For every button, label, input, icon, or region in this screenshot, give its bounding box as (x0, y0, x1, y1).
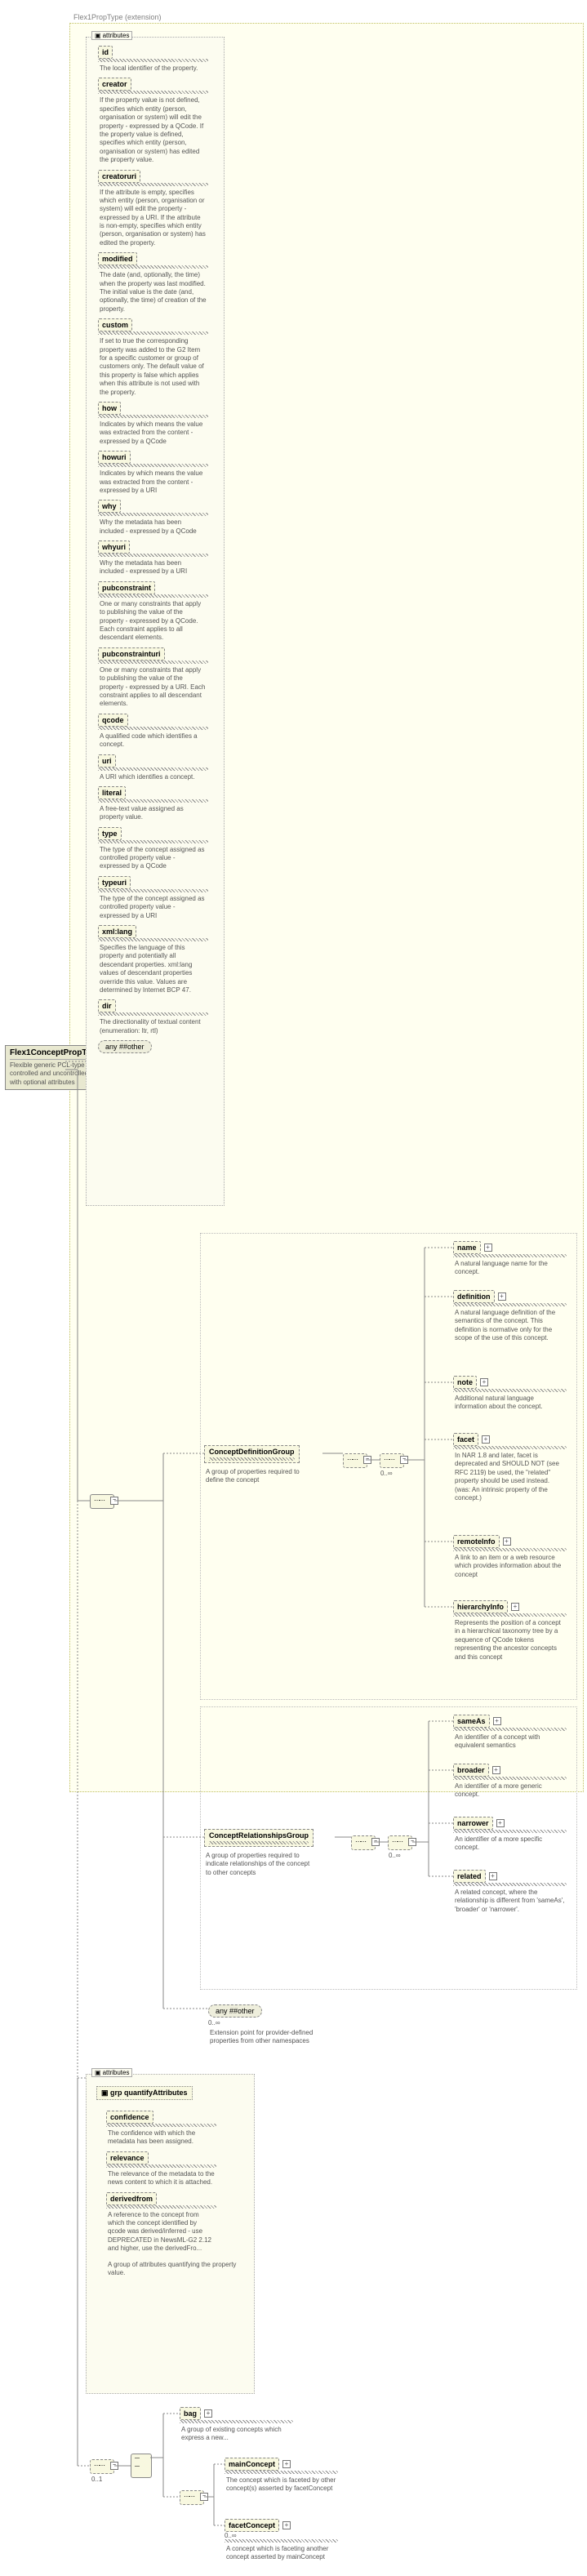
node-mainconcept: mainConcept (225, 2458, 279, 2471)
attr-modified: modified (98, 252, 137, 265)
attributes-header: ▣attributes (91, 31, 132, 40)
node-hierarchyinfo: hierarchyInfo (453, 1600, 508, 1613)
attr-typeuri: typeuri (98, 876, 131, 889)
attr-derivedfrom: derivedfrom (106, 2192, 157, 2205)
diagram-canvas: Flex1PropType (extension) Flex1ConceptPr… (0, 0, 587, 2576)
attr-relevance: relevance (106, 2151, 149, 2164)
expand-icon[interactable]: + (496, 1819, 505, 1827)
attr-any-ifother: any ##other (98, 1040, 152, 1053)
expand-icon[interactable]: + (282, 2521, 291, 2529)
attr-creator: creator (98, 78, 131, 91)
attr-pubconstraint: pubconstraint (98, 581, 155, 594)
concept-relationships-group-label: ConceptRelationshipsGroup (204, 1829, 314, 1847)
attr-pubconstrainturi: pubconstrainturi (98, 647, 165, 661)
expand-icon[interactable]: + (282, 2460, 291, 2468)
bottom-sequence: − (90, 2459, 114, 2474)
node-note: note (453, 1376, 477, 1389)
expand-icon[interactable]: + (489, 1872, 497, 1880)
def-sequence-2: − (380, 1453, 404, 1468)
concept-definition-group-doc: A group of properties required to define… (204, 1466, 318, 1485)
node-sameas: sameAs (453, 1715, 490, 1728)
bottom-choice (131, 2454, 152, 2478)
attr-how: how (98, 402, 121, 415)
node-narrower: narrower (453, 1817, 493, 1830)
def-sequence-1: − (343, 1453, 367, 1468)
node-bag: bag (180, 2407, 201, 2420)
expand-icon[interactable]: + (498, 1292, 506, 1301)
node-facetconcept: facetConcept (225, 2519, 279, 2532)
attr-howuri: howuri (98, 451, 131, 464)
extension-label: Flex1PropType (extension) (73, 13, 162, 21)
attr-confidence: confidence (106, 2111, 153, 2124)
attr-dir: dir (98, 999, 116, 1012)
rel-sequence-1: − (351, 1835, 376, 1850)
expand-icon[interactable]: + (204, 2409, 212, 2418)
attr-xml-lang: xml:lang (98, 925, 136, 938)
bottom-attributes-header: ▣attributes (91, 2068, 132, 2077)
concept-definition-group-label: ConceptDefinitionGroup (204, 1445, 300, 1463)
attr-custom: custom (98, 318, 132, 331)
node-facet: facet (453, 1433, 478, 1446)
root-sequence: − (90, 1494, 114, 1509)
attr-why: why (98, 500, 121, 513)
attr-id: id (98, 46, 113, 59)
bottom-inner-sequence: − (180, 2490, 204, 2505)
attr-type: type (98, 827, 122, 840)
expand-icon[interactable]: + (480, 1378, 488, 1386)
node-name: name (453, 1241, 481, 1254)
node-broader: broader (453, 1764, 489, 1777)
quantify-group-doc: A group of attributes quantifying the pr… (106, 2258, 240, 2278)
attr-qcode: qcode (98, 714, 128, 727)
attr-whyuri: whyuri (98, 541, 130, 554)
node-definition: definition (453, 1290, 495, 1303)
expand-icon[interactable]: + (492, 1766, 500, 1774)
node-remoteinfo: remoteInfo (453, 1535, 500, 1548)
attr-creatoruri: creatoruri (98, 170, 140, 183)
expand-icon[interactable]: + (482, 1435, 490, 1444)
expand-icon[interactable]: + (511, 1603, 519, 1611)
expand-icon[interactable]: + (484, 1244, 492, 1252)
expand-icon[interactable]: + (503, 1537, 511, 1546)
concept-relationships-group-doc: A group of properties required to indica… (204, 1849, 318, 1877)
rel-sequence-2: − (388, 1835, 412, 1850)
attr-literal: literal (98, 786, 126, 799)
any-other-element: any ##other (208, 2004, 262, 2018)
expand-icon[interactable]: + (493, 1717, 501, 1725)
quantify-attributes-label: ▣ grp quantifyAttributes (96, 2086, 193, 2100)
node-related: related (453, 1870, 486, 1883)
attr-uri: uri (98, 754, 116, 767)
